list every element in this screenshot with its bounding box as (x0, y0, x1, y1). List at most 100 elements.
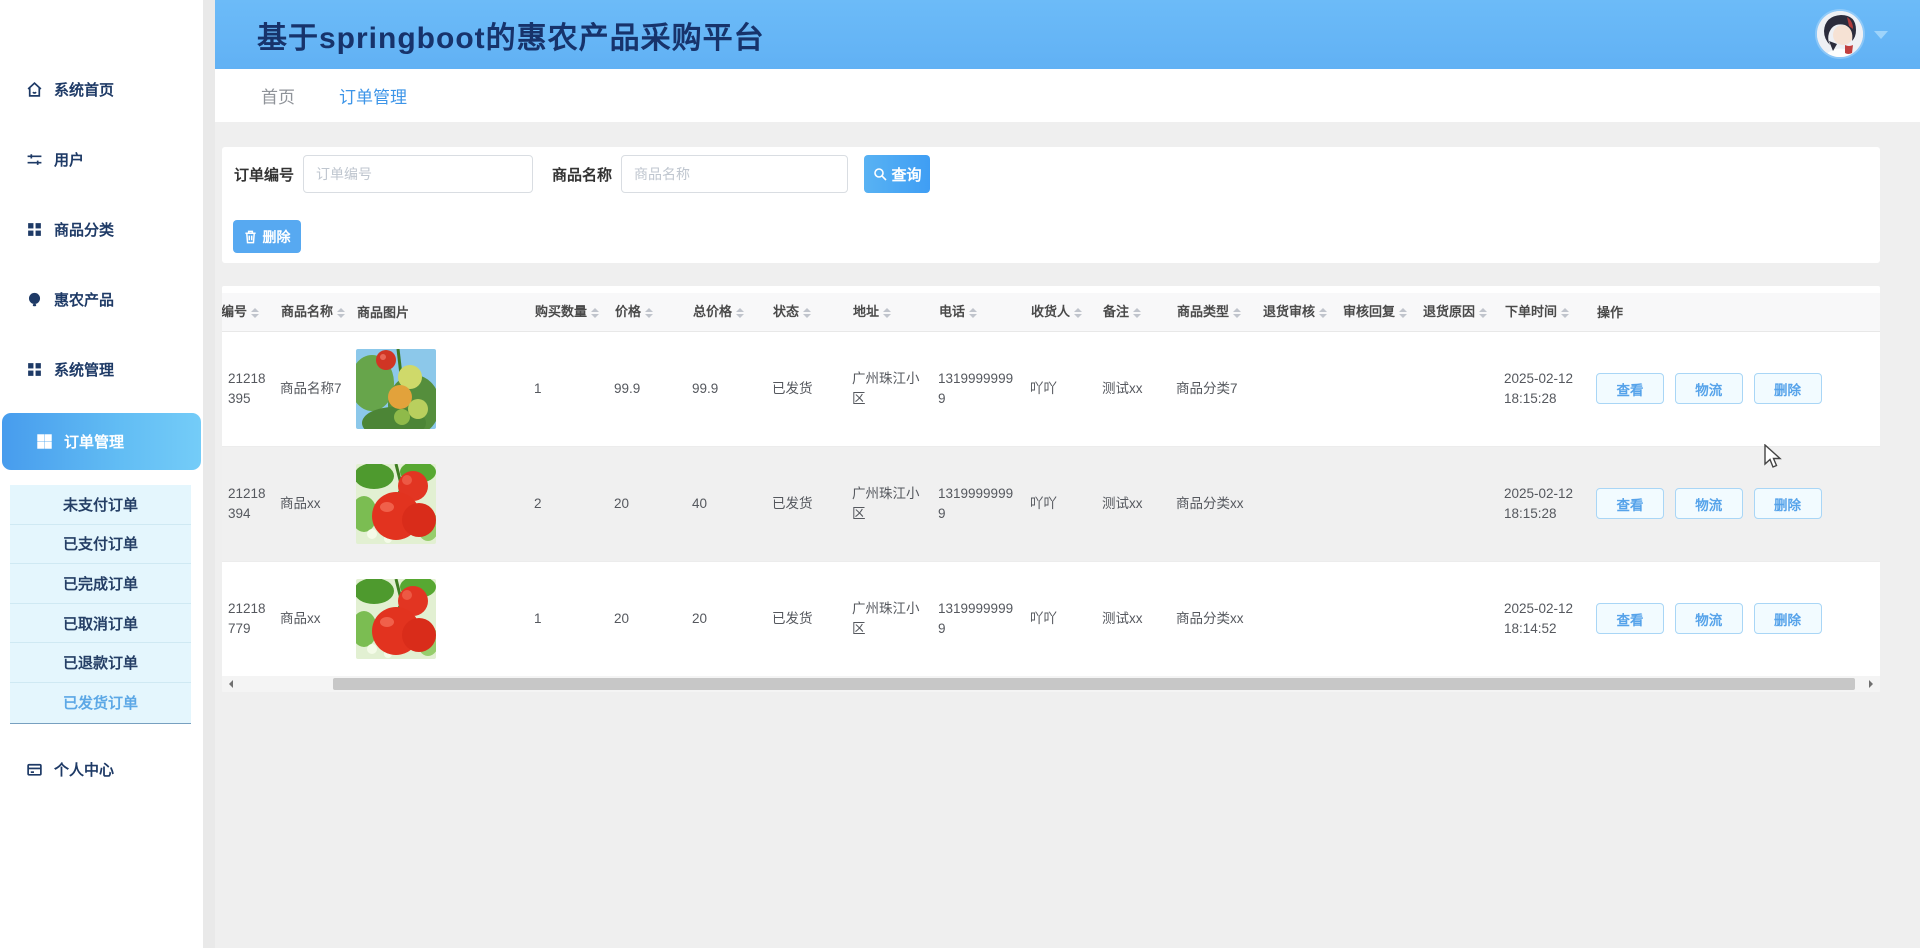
sort-carets[interactable] (1319, 304, 1327, 322)
sidebar-item-label: 订单管理 (64, 431, 124, 452)
sidebar-item-categories[interactable]: 商品分类 (0, 212, 203, 246)
table-row: 21218394 商品xx (222, 446, 1880, 561)
sort-carets[interactable] (803, 304, 811, 322)
cell-product-image (350, 561, 528, 676)
sort-carets[interactable] (1479, 304, 1487, 322)
sort-carets[interactable] (1233, 304, 1241, 322)
cell-product-image (350, 446, 528, 561)
row-delete-button[interactable]: 删除 (1754, 488, 1822, 519)
cell-return-audit (1256, 331, 1336, 446)
sort-carets[interactable] (1074, 304, 1082, 322)
col-actions: 操作 (1590, 293, 1880, 331)
sidebar-item-products[interactable]: 惠农产品 (0, 282, 203, 316)
col-price[interactable]: 价格 (608, 293, 686, 331)
col-address[interactable]: 地址 (846, 293, 932, 331)
sort-carets[interactable] (337, 304, 345, 322)
view-button[interactable]: 查看 (1596, 373, 1664, 404)
horizontal-scrollbar[interactable] (222, 676, 1880, 692)
sort-carets[interactable] (736, 304, 744, 322)
sidebar-item-label: 惠农产品 (54, 289, 114, 310)
sidebar-item-orders[interactable]: 订单管理 (2, 413, 201, 470)
submenu-item-completed[interactable]: 已完成订单 (10, 564, 191, 604)
logistics-button[interactable]: 物流 (1675, 603, 1743, 634)
sidebar-item-profile[interactable]: 个人中心 (0, 752, 203, 786)
user-avatar[interactable] (1817, 11, 1863, 57)
submenu-item-unpaid[interactable]: 未支付订单 (10, 485, 191, 525)
row-delete-button[interactable]: 删除 (1754, 603, 1822, 634)
scroll-left-arrow-icon[interactable] (225, 680, 233, 688)
cell-return-reason (1416, 561, 1498, 676)
cell-type: 商品分类xx (1170, 561, 1256, 676)
product-image[interactable] (356, 349, 436, 429)
chevron-down-icon[interactable] (1874, 31, 1888, 39)
cell-return-reason (1416, 331, 1498, 446)
delete-button[interactable]: 删除 (233, 220, 301, 253)
tab-home[interactable]: 首页 (261, 83, 295, 108)
cell-product-name: 商品名称7 (274, 331, 350, 446)
table-row: 21218779 商品xx (222, 561, 1880, 676)
product-image[interactable] (356, 579, 436, 659)
cell-time: 2025-02-12 18:15:28 (1498, 446, 1590, 561)
col-remark[interactable]: 备注 (1096, 293, 1170, 331)
cell-id: 21218395 (222, 331, 274, 446)
cell-total: 40 (686, 446, 766, 561)
cell-actions: 查看 物流 删除 (1590, 331, 1880, 446)
sidebar-item-users[interactable]: 用户 (0, 142, 203, 176)
cell-phone: 13199999999 (932, 331, 1024, 446)
col-product-type[interactable]: 商品类型 (1170, 293, 1256, 331)
sidebar-item-label: 商品分类 (54, 219, 114, 240)
sidebar-item-system[interactable]: 系统管理 (0, 352, 203, 386)
tab-order-management[interactable]: 订单管理 (339, 83, 407, 108)
sort-carets[interactable] (883, 304, 891, 322)
scroll-right-arrow-icon[interactable] (1869, 680, 1877, 688)
product-image[interactable] (356, 464, 436, 544)
query-button[interactable]: 查询 (864, 155, 930, 193)
cell-product-name: 商品xx (274, 446, 350, 561)
submenu-item-shipped[interactable]: 已发货订单 (10, 683, 191, 723)
cell-time: 2025-02-12 18:15:28 (1498, 331, 1590, 446)
sort-carets[interactable] (1399, 304, 1407, 322)
cell-remark: 测试xx (1096, 561, 1170, 676)
cell-phone: 13199999999 (932, 446, 1024, 561)
logistics-button[interactable]: 物流 (1675, 488, 1743, 519)
cell-type: 商品分类7 (1170, 331, 1256, 446)
scrollbar-thumb[interactable] (333, 678, 1855, 690)
orders-table-panel: 编号 商品名称 商品图片 购买数量 价格 总价格 状态 地址 电话 收货人 备注… (222, 286, 1880, 692)
col-total-price[interactable]: 总价格 (686, 293, 766, 331)
view-button[interactable]: 查看 (1596, 603, 1664, 634)
col-id[interactable]: 编号 (222, 293, 274, 331)
logistics-button[interactable]: 物流 (1675, 373, 1743, 404)
order-no-label: 订单编号 (234, 164, 294, 185)
product-name-input[interactable] (621, 155, 848, 193)
cell-status: 已发货 (766, 331, 846, 446)
cell-return-audit (1256, 446, 1336, 561)
view-button[interactable]: 查看 (1596, 488, 1664, 519)
order-no-input[interactable] (303, 155, 533, 193)
sort-carets[interactable] (591, 304, 599, 322)
sort-carets[interactable] (251, 304, 259, 322)
cell-type: 商品分类xx (1170, 446, 1256, 561)
sidebar-item-home[interactable]: 系统首页 (0, 72, 203, 106)
col-return-reason[interactable]: 退货原因 (1416, 293, 1498, 331)
submenu-item-cancelled[interactable]: 已取消订单 (10, 604, 191, 644)
sort-carets[interactable] (1561, 304, 1569, 322)
col-product-name[interactable]: 商品名称 (274, 293, 350, 331)
col-phone[interactable]: 电话 (932, 293, 1024, 331)
col-order-time[interactable]: 下单时间 (1498, 293, 1590, 331)
app-header: 基于springboot的惠农产品采购平台 (215, 0, 1920, 69)
sort-carets[interactable] (969, 304, 977, 322)
page-title: 基于springboot的惠农产品采购平台 (257, 13, 765, 57)
col-audit-reply[interactable]: 审核回复 (1336, 293, 1416, 331)
col-receiver[interactable]: 收货人 (1024, 293, 1096, 331)
row-delete-button[interactable]: 删除 (1754, 373, 1822, 404)
col-return-audit[interactable]: 退货审核 (1256, 293, 1336, 331)
grid-icon (26, 361, 43, 378)
sort-carets[interactable] (645, 304, 653, 322)
sort-carets[interactable] (1133, 304, 1141, 322)
col-qty[interactable]: 购买数量 (528, 293, 608, 331)
col-status[interactable]: 状态 (766, 293, 846, 331)
submenu-item-paid[interactable]: 已支付订单 (10, 525, 191, 565)
submenu-item-refunded[interactable]: 已退款订单 (10, 643, 191, 683)
cell-qty: 1 (528, 561, 608, 676)
cell-phone: 13199999999 (932, 561, 1024, 676)
